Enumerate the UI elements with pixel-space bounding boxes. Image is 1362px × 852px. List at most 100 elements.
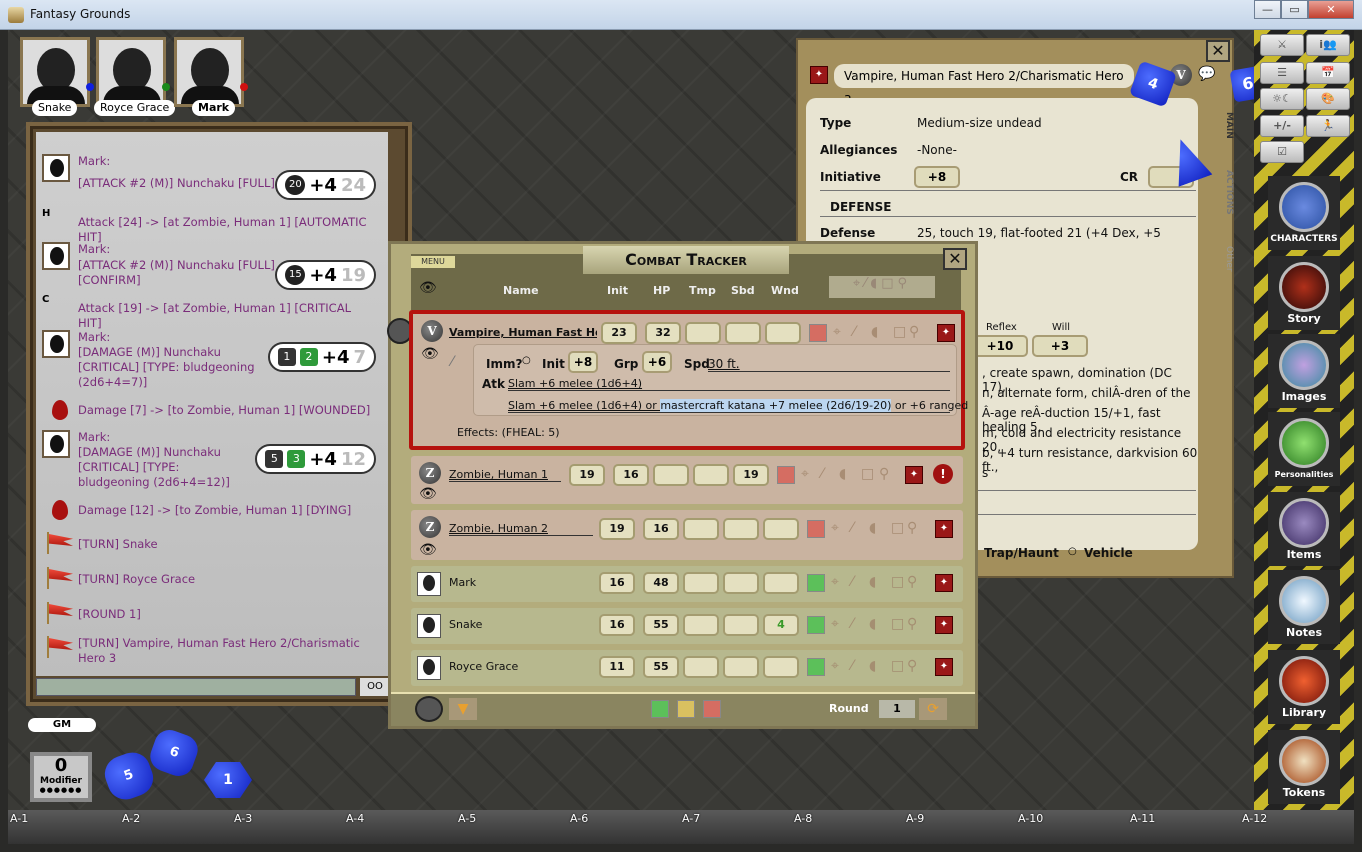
sbd-field[interactable] — [723, 572, 759, 594]
combatant-row[interactable]: Royce Grace 11 55 ⌖ ⁄ ◖ □ ⚲ ✦ — [411, 650, 963, 686]
library-story[interactable]: Story — [1268, 256, 1340, 330]
option-trap-haunt[interactable]: Trap/Haunt — [984, 546, 1059, 560]
npc-will-field[interactable]: +3 — [1032, 335, 1088, 357]
effects-figure-icon[interactable]: ⚲ — [907, 616, 917, 632]
library-characters[interactable]: CHARACTERS — [1268, 176, 1340, 250]
close-sheet-button[interactable]: ✕ — [1206, 40, 1230, 62]
faction-friend-icon[interactable] — [807, 616, 825, 634]
combatant-row[interactable]: Z Zombie, Human 1 19 16 19 ⌖ ⁄ ◖ □ ⚲ ✦ !… — [411, 456, 963, 504]
effects-list[interactable]: Effects: (FHEAL: 5) — [457, 426, 560, 439]
wnd-field[interactable]: 19 — [733, 464, 769, 486]
effects-figure-icon[interactable]: ⚲ — [909, 324, 919, 340]
next-round-button[interactable]: ⟳ — [919, 698, 947, 720]
wnd-field[interactable]: 4 — [763, 614, 799, 636]
speed-field[interactable]: 30 ft. — [708, 357, 950, 372]
space-box-icon[interactable]: □ — [891, 616, 904, 632]
space-box-icon[interactable]: □ — [893, 324, 906, 340]
combatant-row[interactable]: Snake 16 55 4 ⌖ ⁄ ◖ □ ⚲ ✦ — [411, 608, 963, 644]
sbd-field[interactable] — [723, 518, 759, 540]
hp-field[interactable]: 16 — [613, 464, 649, 486]
effects-icon[interactable]: 🏃 — [1306, 115, 1350, 137]
space-box-icon[interactable]: □ — [891, 574, 904, 590]
targeting-icon[interactable]: ⌖ — [831, 520, 839, 536]
npc-allegiances-value[interactable]: -None- — [917, 143, 957, 157]
immune-radio[interactable]: ○ — [522, 355, 531, 366]
attack-sword-icon[interactable]: ⁄ — [851, 574, 853, 590]
init-field[interactable]: 11 — [599, 656, 635, 678]
combat-icon[interactable]: ⚔ — [1260, 34, 1304, 56]
minimize-button[interactable]: — — [1254, 0, 1281, 19]
round-counter[interactable]: 1 — [879, 700, 915, 718]
combatant-row-active[interactable]: V Vampire, Human Fast Hero 23 32 ⌖ ⁄ ◖ □… — [409, 310, 968, 450]
detail-init-field[interactable]: +8 — [568, 351, 598, 373]
hp-field[interactable]: 48 — [643, 572, 679, 594]
combatant-row[interactable]: Mark 16 48 ⌖ ⁄ ◖ □ ⚲ ✦ — [411, 566, 963, 602]
visibility-eye-icon[interactable]: 👁 — [419, 542, 437, 558]
faction-friend-icon[interactable] — [807, 574, 825, 592]
combatant-name[interactable]: Zombie, Human 2 — [449, 522, 593, 536]
options-list-icon[interactable]: ☰ — [1260, 62, 1304, 84]
sbd-field[interactable] — [723, 614, 759, 636]
effects-figure-icon[interactable]: ⚲ — [907, 658, 917, 674]
defense-shield-icon[interactable]: ◖ — [869, 574, 876, 590]
chat-mode-button[interactable]: OO — [360, 678, 390, 696]
chat-log[interactable]: Mark: [ATTACK #2 (M)] Nunchaku [FULL] 20… — [36, 132, 388, 676]
faction-hostile-icon[interactable] — [777, 466, 795, 484]
tmp-field[interactable] — [683, 656, 719, 678]
library-personalities[interactable]: Personalities — [1268, 412, 1340, 486]
library-items[interactable]: Items — [1268, 492, 1340, 566]
npc-reflex-field[interactable]: +10 — [972, 335, 1028, 357]
hp-field[interactable]: 16 — [643, 518, 679, 540]
targeting-icon[interactable]: ⌖ — [833, 324, 841, 340]
npc-link-icon[interactable]: ✦ — [935, 574, 953, 592]
tab-main[interactable]: MAIN — [1218, 112, 1234, 139]
npc-link-icon[interactable]: ✦ — [937, 324, 955, 342]
chat-input[interactable] — [36, 678, 356, 696]
init-field[interactable]: 16 — [599, 572, 635, 594]
menu-button[interactable]: MENU — [411, 256, 455, 268]
npc-link-icon[interactable]: ✦ — [935, 616, 953, 634]
tmp-field[interactable] — [683, 614, 719, 636]
tmp-field[interactable] — [683, 518, 719, 540]
attack-sword-icon[interactable]: ⁄ — [853, 324, 855, 340]
tab-actions[interactable]: ACTIONS — [1218, 170, 1234, 215]
modifiers-icon[interactable]: +/- — [1260, 115, 1304, 137]
init-field[interactable]: 19 — [599, 518, 635, 540]
npc-initiative-field[interactable]: +8 — [914, 166, 960, 188]
attack-sword-icon[interactable]: ⁄ — [851, 520, 853, 536]
wnd-field[interactable] — [765, 322, 801, 344]
defense-shield-icon[interactable]: ◖ — [839, 466, 846, 482]
npc-link-icon[interactable]: ✦ — [935, 520, 953, 538]
hp-field[interactable]: 32 — [645, 322, 681, 344]
tab-other[interactable]: Other — [1218, 246, 1234, 272]
faction-hostile-icon[interactable] — [807, 520, 825, 538]
faction-friend-icon[interactable] — [807, 658, 825, 676]
calendar-icon[interactable]: 📅 — [1306, 62, 1350, 84]
npc-name-field[interactable]: Vampire, Human Fast Hero 2/Charismatic H… — [834, 64, 1134, 107]
targeting-icon[interactable]: ⌖ — [801, 466, 809, 482]
colors-icon[interactable]: 🎨 — [1306, 88, 1350, 110]
combatant-name[interactable]: Snake — [449, 618, 482, 631]
combatant-name[interactable]: Zombie, Human 1 — [449, 468, 561, 482]
library-notes[interactable]: Notes — [1268, 570, 1340, 644]
visibility-eye-icon[interactable]: 👁 — [421, 346, 439, 362]
combatant-name[interactable]: Vampire, Human Fast Hero — [449, 326, 597, 339]
npc-link-icon[interactable]: ✦ — [935, 658, 953, 676]
targeting-icon[interactable]: ⌖ — [831, 616, 839, 632]
init-field[interactable]: 19 — [569, 464, 605, 486]
close-tracker-button[interactable]: ✕ — [943, 248, 967, 270]
speech-bubble-icon[interactable]: 💬 — [1198, 66, 1215, 82]
portrait-royce-grace[interactable] — [96, 37, 166, 107]
visibility-eye-icon[interactable]: 👁 — [419, 486, 437, 502]
library-library[interactable]: Library — [1268, 650, 1340, 724]
tmp-field[interactable] — [683, 572, 719, 594]
visibility-toggle-icon[interactable]: 👁 — [419, 280, 437, 296]
show-neutral-button[interactable] — [677, 700, 695, 718]
sbd-field[interactable] — [693, 464, 729, 486]
attack-sword-icon[interactable]: ⁄ — [851, 658, 853, 674]
hp-field[interactable]: 55 — [643, 614, 679, 636]
option-vehicle[interactable]: Vehicle — [1084, 546, 1133, 560]
checklist-icon[interactable]: ☑ — [1260, 141, 1304, 163]
combatant-name[interactable]: Mark — [449, 576, 476, 589]
defense-shield-icon[interactable]: ◖ — [869, 616, 876, 632]
